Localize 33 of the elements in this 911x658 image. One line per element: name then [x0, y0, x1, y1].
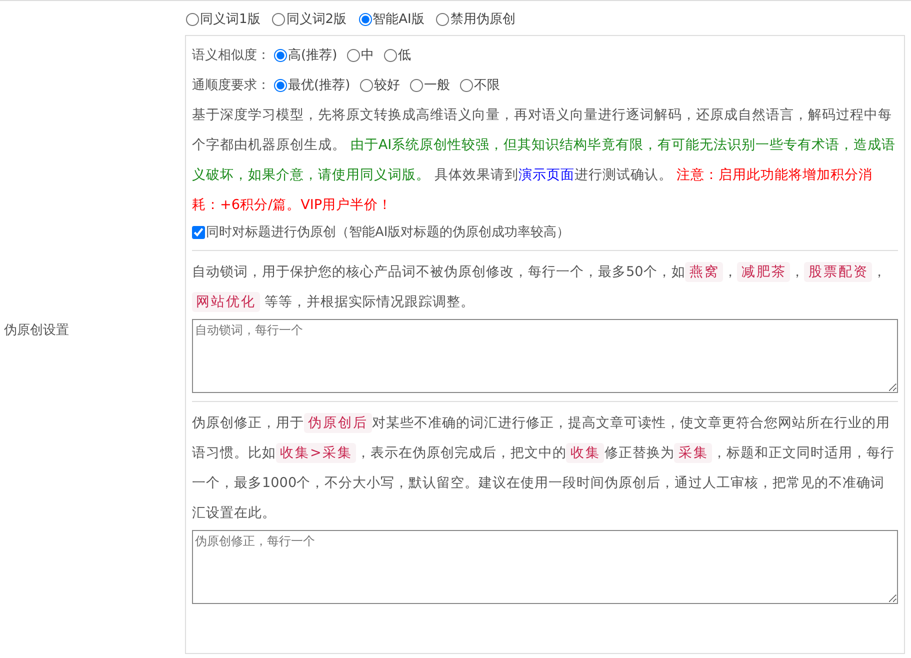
radio-label[interactable]: 低 — [398, 46, 412, 64]
radio-label[interactable]: 智能AI版 — [372, 10, 424, 28]
checkbox[interactable] — [192, 226, 205, 238]
setting-label: 语义相似度： — [192, 47, 270, 64]
radio-label[interactable]: 禁用伪原创 — [450, 10, 516, 28]
radio-button[interactable] — [347, 48, 360, 62]
radio-button[interactable] — [272, 12, 286, 26]
radio-button[interactable] — [274, 48, 287, 62]
radio-label[interactable]: 较好 — [374, 76, 400, 94]
radio-label[interactable]: 高(推荐) — [288, 46, 338, 64]
demo-page-link[interactable]: 演示页面 — [518, 167, 574, 183]
radio-label[interactable]: 同义词1版 — [200, 10, 260, 28]
radio-button[interactable] — [384, 48, 398, 62]
radio-label[interactable]: 一般 — [424, 76, 450, 94]
radio-label[interactable]: 不限 — [474, 76, 500, 94]
radio-label[interactable]: 同义词2版 — [286, 10, 347, 28]
radio-label[interactable]: 中 — [361, 46, 374, 64]
correction-description: 伪原创修正，用于 伪原创后 对某些不准确的词汇进行修正，提高文章可读性，使文章更符合您网站所在行业的用语习惯。比如 收集>采集 ，表示在伪原创完成后，把文中的 收集 修正替换为 采集 ，标题和正文同时适用，每行一个，最多1000个，不分大小写，默认留空。建议在使用一段时间伪原创后，通过人工审核，把常见的不准确词汇设置在此。 — [192, 412, 896, 523]
radio-button[interactable] — [358, 12, 372, 26]
radio-button[interactable] — [186, 12, 199, 26]
radio-button[interactable] — [460, 78, 474, 92]
radio-label[interactable]: 最优(推荐) — [288, 76, 350, 94]
radio-button[interactable] — [436, 12, 450, 26]
radio-button[interactable] — [274, 78, 287, 92]
section-label: 伪原创设置 — [4, 322, 69, 338]
radio-button[interactable] — [360, 78, 374, 92]
radio-button[interactable] — [410, 78, 424, 92]
setting-label: 通顺度要求： — [192, 77, 270, 94]
ai-description-text: 基于深度学习模型，先将原文转换成高维语义向量，再对语义向量进行逐词解码，还原成自然语言，解码过程中每个字都由机器原创生成。 由于AI系统原创性较强，但其知识结构毕竟有限，有可能无法识别一些专有术语，造成语义破坏，如果介意，请使用同义词版。 具体效果请到演示页面进行测试确认。 注意：启用此功能将增加积分消耗：+6积分/篇。VIP用户半价！ — [192, 106, 897, 215]
checkbox-label[interactable]: 同时对标题进行伪原创（智能AI版对标题的伪原创成功率较高） — [206, 223, 570, 241]
lock-words-description: 自动锁词，用于保护您的核心产品词不被伪原创修改，每行一个，最多50个，如 燕窝 ， 减肥茶 ， 股票配资 ， 网站优化 等等，并根据实际情况跟踪调整。 — [192, 261, 888, 314]
correction-field[interactable]: 伪原创修正，每行一个 — [192, 530, 898, 604]
lock-words-field[interactable]: 自动锁词，每行一个 — [192, 319, 898, 393]
